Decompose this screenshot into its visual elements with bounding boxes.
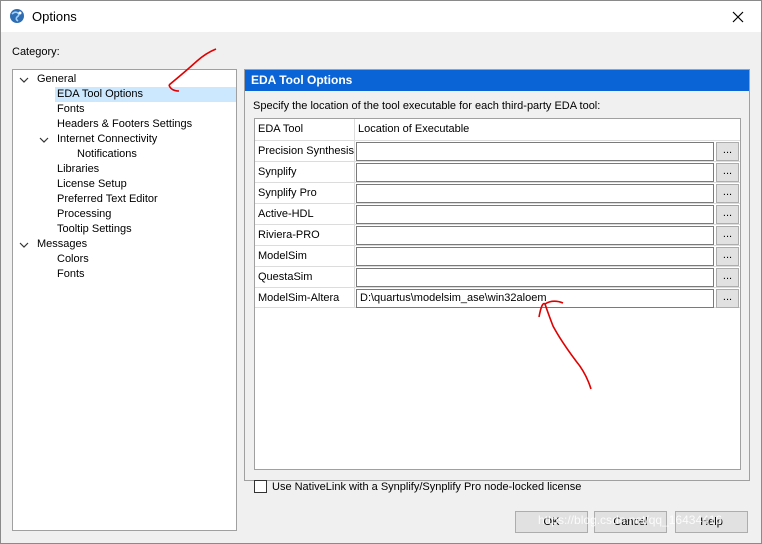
chevron-down-icon[interactable] bbox=[19, 240, 29, 250]
tree-item-processing[interactable]: Processing bbox=[57, 207, 111, 222]
path-field-riviera-pro[interactable] bbox=[356, 226, 714, 245]
table-row: ModelSim-Altera D:\quartus\modelsim_ase\… bbox=[255, 287, 740, 308]
panel-description: Specify the location of the tool executa… bbox=[253, 100, 601, 112]
browse-button[interactable]: ... bbox=[716, 163, 739, 182]
browse-button[interactable]: ... bbox=[716, 184, 739, 203]
tree-item-colors[interactable]: Colors bbox=[57, 252, 89, 267]
category-label: Category: bbox=[12, 46, 60, 58]
table-row: Riviera-PRO ... bbox=[255, 224, 740, 245]
tree-item-messages-fonts[interactable]: Fonts bbox=[57, 267, 85, 282]
browse-button[interactable]: ... bbox=[716, 247, 739, 266]
column-header-location: Location of Executable bbox=[358, 123, 470, 135]
browse-button[interactable]: ... bbox=[716, 142, 739, 161]
browse-button[interactable]: ... bbox=[716, 268, 739, 287]
category-tree[interactable]: General EDA Tool Options Fonts Headers &… bbox=[12, 69, 237, 531]
tree-item-notifications[interactable]: Notifications bbox=[77, 147, 137, 162]
tree-item-messages[interactable]: Messages bbox=[37, 237, 87, 252]
tool-name: ModelSim bbox=[255, 246, 355, 266]
tree-item-headers-footers[interactable]: Headers & Footers Settings bbox=[57, 117, 192, 132]
ok-button[interactable]: OK bbox=[515, 511, 588, 533]
chevron-down-icon[interactable] bbox=[19, 75, 29, 85]
title-bar[interactable]: Options bbox=[1, 1, 761, 32]
path-field-questasim[interactable] bbox=[356, 268, 714, 287]
table-row: Synplify Pro ... bbox=[255, 182, 740, 203]
chevron-down-icon[interactable] bbox=[39, 135, 49, 145]
tree-item-libraries[interactable]: Libraries bbox=[57, 162, 99, 177]
table-row: Precision Synthesis ... bbox=[255, 140, 740, 161]
table-row: ModelSim ... bbox=[255, 245, 740, 266]
tool-name: Precision Synthesis bbox=[255, 141, 355, 161]
nativelink-option[interactable]: Use NativeLink with a Synplify/Synplify … bbox=[254, 479, 581, 494]
path-field-precision-synthesis[interactable] bbox=[356, 142, 714, 161]
tree-item-internet-connectivity[interactable]: Internet Connectivity bbox=[57, 132, 157, 147]
eda-tool-table: EDA Tool Location of Executable Precisio… bbox=[254, 118, 741, 470]
close-icon bbox=[732, 11, 744, 22]
tree-item-eda-tool-options[interactable]: EDA Tool Options bbox=[55, 87, 236, 102]
table-row: Active-HDL ... bbox=[255, 203, 740, 224]
tree-item-preferred-text-editor[interactable]: Preferred Text Editor bbox=[57, 192, 158, 207]
tool-name: QuestaSim bbox=[255, 267, 355, 287]
app-globe-icon bbox=[10, 9, 24, 23]
window-title: Options bbox=[32, 9, 77, 24]
path-field-synplify[interactable] bbox=[356, 163, 714, 182]
table-header: EDA Tool Location of Executable bbox=[255, 119, 740, 140]
tree-item-fonts[interactable]: Fonts bbox=[57, 102, 85, 117]
cancel-button[interactable]: Cancel bbox=[594, 511, 667, 533]
panel-header: EDA Tool Options bbox=[245, 70, 749, 91]
tool-name: Active-HDL bbox=[255, 204, 355, 224]
tool-name: ModelSim-Altera bbox=[255, 288, 355, 308]
tree-item-tooltip-settings[interactable]: Tooltip Settings bbox=[57, 222, 132, 237]
nativelink-label: Use NativeLink with a Synplify/Synplify … bbox=[272, 480, 582, 493]
tool-name: Synplify Pro bbox=[255, 183, 355, 203]
close-button[interactable] bbox=[715, 1, 761, 32]
table-row: Synplify ... bbox=[255, 161, 740, 182]
path-field-synplify-pro[interactable] bbox=[356, 184, 714, 203]
path-field-modelsim[interactable] bbox=[356, 247, 714, 266]
eda-tool-options-panel: EDA Tool Options Specify the location of… bbox=[244, 69, 750, 481]
tree-item-license-setup[interactable]: License Setup bbox=[57, 177, 127, 192]
options-dialog: Options Category: General EDA Tool Optio… bbox=[0, 0, 762, 544]
browse-button[interactable]: ... bbox=[716, 205, 739, 224]
help-button[interactable]: Help bbox=[675, 511, 748, 533]
tree-item-general[interactable]: General bbox=[37, 72, 76, 87]
column-header-eda-tool: EDA Tool bbox=[255, 119, 355, 140]
path-field-modelsim-altera[interactable]: D:\quartus\modelsim_ase\win32aloem bbox=[356, 289, 714, 308]
table-row: QuestaSim ... bbox=[255, 266, 740, 287]
tool-name: Riviera-PRO bbox=[255, 225, 355, 245]
tool-name: Synplify bbox=[255, 162, 355, 182]
browse-button[interactable]: ... bbox=[716, 289, 739, 308]
browse-button[interactable]: ... bbox=[716, 226, 739, 245]
path-field-active-hdl[interactable] bbox=[356, 205, 714, 224]
nativelink-checkbox[interactable] bbox=[254, 480, 267, 493]
